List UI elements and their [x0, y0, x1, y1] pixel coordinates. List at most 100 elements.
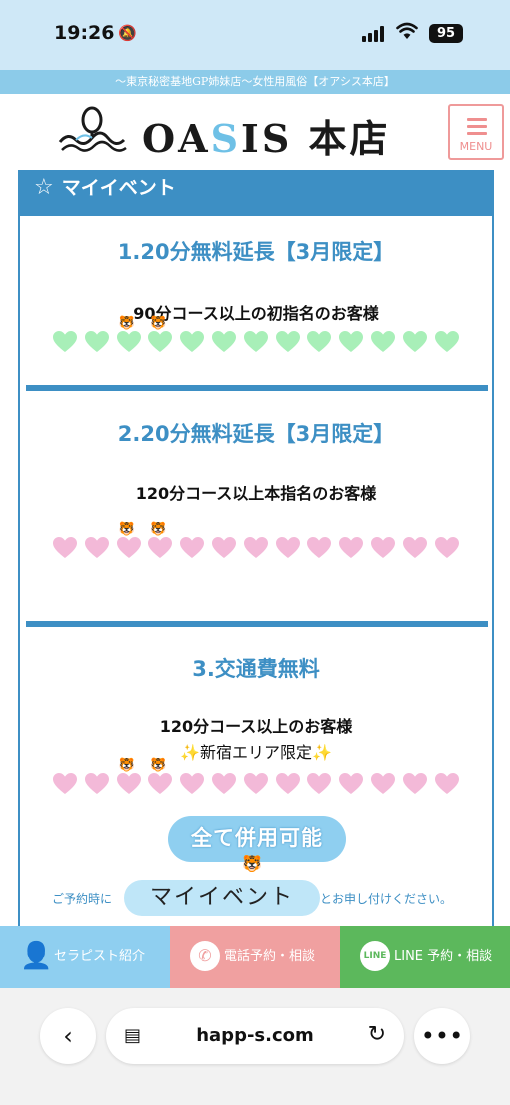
heart-icon: [402, 330, 430, 356]
phone-label: 電話予約・相談: [224, 949, 316, 964]
heart-icon: [370, 330, 398, 356]
heart-icon: 🐯: [116, 522, 144, 562]
person-icon: 👤: [20, 941, 53, 971]
heart-row: 🐯 🐯: [52, 758, 462, 800]
therapist-label: セラピスト紹介: [54, 949, 146, 964]
url-text: happ-s.com: [196, 1025, 314, 1046]
event-condition: 120分コース以上のお客様: [159, 717, 353, 736]
address-bar[interactable]: ▤ happ-s.com ↻: [106, 1008, 404, 1064]
back-button[interactable]: ‹: [40, 1008, 96, 1064]
line-icon: LINE: [360, 941, 390, 971]
heart-icon: [52, 536, 80, 562]
heart-icon: [338, 330, 366, 356]
tiger-icon: 🐯: [118, 758, 135, 773]
wave-emblem-icon: [58, 106, 127, 152]
heart-icon: [275, 772, 303, 798]
heart-icon: [338, 772, 366, 798]
more-button[interactable]: •••: [414, 1008, 470, 1064]
heart-icon: [338, 536, 366, 562]
section-header: ☆ マイイベント: [20, 170, 492, 216]
more-dots-icon: •••: [420, 1022, 464, 1050]
heart-icon: [211, 330, 239, 356]
event-title: 2.20分無料延長【3月限定】: [117, 422, 395, 446]
heart-icon: [306, 772, 334, 798]
heart-icon: [179, 330, 207, 356]
heart-icon: [52, 772, 80, 798]
tiger-icon: 🐯: [150, 758, 167, 773]
event-area-note: ✨新宿エリア限定✨: [180, 743, 332, 762]
heart-icon: [179, 772, 207, 798]
event-condition-block: 120分コース以上のお客様 ✨新宿エリア限定✨: [20, 713, 492, 763]
event-title: 1.20分無料延長【3月限定】: [117, 240, 395, 264]
heart-icon: [211, 772, 239, 798]
menu-button[interactable]: MENU: [448, 104, 504, 160]
heart-icon: [306, 330, 334, 356]
heart-icon: [84, 330, 112, 356]
tiger-icon: 🐯: [150, 316, 167, 331]
tiger-icon: 🐯: [150, 522, 167, 537]
heart-icon: [84, 536, 112, 562]
heart-icon: [179, 536, 207, 562]
battery-icon: 95: [429, 24, 463, 43]
phone-icon: ✆: [190, 941, 220, 971]
event-condition: 90分コース以上の初指名のお客様: [133, 304, 379, 323]
heart-icon: [370, 536, 398, 562]
heart-icon: [275, 330, 303, 356]
chevron-left-icon: ‹: [63, 1022, 73, 1050]
reload-icon[interactable]: ↻: [368, 1022, 386, 1047]
heart-icon: [306, 536, 334, 562]
event-item: 1.20分無料延長【3月限定】: [20, 236, 492, 266]
heart-icon: 🐯: [147, 522, 175, 562]
notice-keyword: マイイベント: [124, 880, 320, 916]
heart-icon: [243, 536, 271, 562]
event-item: 2.20分無料延長【3月限定】: [20, 418, 492, 448]
section-divider: [26, 621, 488, 627]
heart-icon: [84, 772, 112, 798]
notice-prefix: ご予約時に: [52, 892, 113, 906]
event-condition-block: 120分コース以上本指名のお客様: [20, 480, 492, 504]
heart-row: 🐯 🐯: [52, 316, 462, 358]
heart-icon: [243, 330, 271, 356]
status-time: 19:26: [54, 22, 115, 44]
notice-suffix: とお申し付けください。: [320, 892, 453, 906]
heart-icon: [434, 772, 462, 798]
therapist-button[interactable]: 👤 セラピスト紹介: [0, 926, 170, 988]
site-tagline: 〜東京秘密基地GP姉妹店〜女性用風俗【オアシス本店】: [0, 70, 510, 94]
site-logo[interactable]: OASIS 本店: [56, 102, 396, 164]
event-condition-block: 90分コース以上の初指名のお客様: [20, 300, 492, 324]
reservation-notice: ご予約時に マイイベント とお申し付けください。: [20, 878, 492, 918]
heart-icon: [402, 536, 430, 562]
heart-icon: [402, 772, 430, 798]
heart-icon: 🐯: [147, 758, 175, 798]
section-divider: [26, 385, 488, 391]
heart-row: 🐯 🐯: [52, 522, 462, 564]
signal-icon: [362, 26, 388, 42]
heart-icon: [243, 772, 271, 798]
heart-icon: [434, 330, 462, 356]
event-condition: 120分コース以上本指名のお客様: [135, 484, 377, 503]
section-title: マイイベント: [61, 177, 176, 199]
heart-icon: [211, 536, 239, 562]
line-reserve-button[interactable]: LINE LINE 予約・相談: [340, 926, 510, 988]
heart-icon: [370, 772, 398, 798]
heart-icon: 🐯: [147, 316, 175, 356]
bottom-action-bar: 👤 セラピスト紹介 ✆ 電話予約・相談 LINE LINE 予約・相談: [0, 926, 510, 988]
heart-icon: [434, 536, 462, 562]
tiger-icon: 🐯: [118, 316, 135, 331]
wifi-icon: [396, 22, 418, 45]
my-event-section: ☆ マイイベント 1.20分無料延長【3月限定】 90分コース以上の初指名のお客様…: [18, 170, 494, 930]
menu-label: MENU: [459, 140, 493, 153]
line-label: LINE 予約・相談: [394, 949, 493, 964]
site-header: OASIS 本店 MENU: [0, 94, 510, 170]
heart-icon: [52, 330, 80, 356]
phone-reserve-button[interactable]: ✆ 電話予約・相談: [170, 926, 340, 988]
hamburger-icon: [467, 118, 487, 139]
tiger-icon: 🐯: [242, 854, 262, 873]
status-bar: 19:26 🔕 95: [0, 0, 510, 70]
logo-text: OASIS 本店: [142, 116, 391, 161]
heart-icon: [275, 536, 303, 562]
heart-icon: 🐯: [116, 758, 144, 798]
event-item: 3.交通費無料: [20, 653, 492, 683]
browser-toolbar: ‹ ▤ happ-s.com ↻ •••: [0, 988, 510, 1105]
tiger-icon: 🐯: [118, 522, 135, 537]
